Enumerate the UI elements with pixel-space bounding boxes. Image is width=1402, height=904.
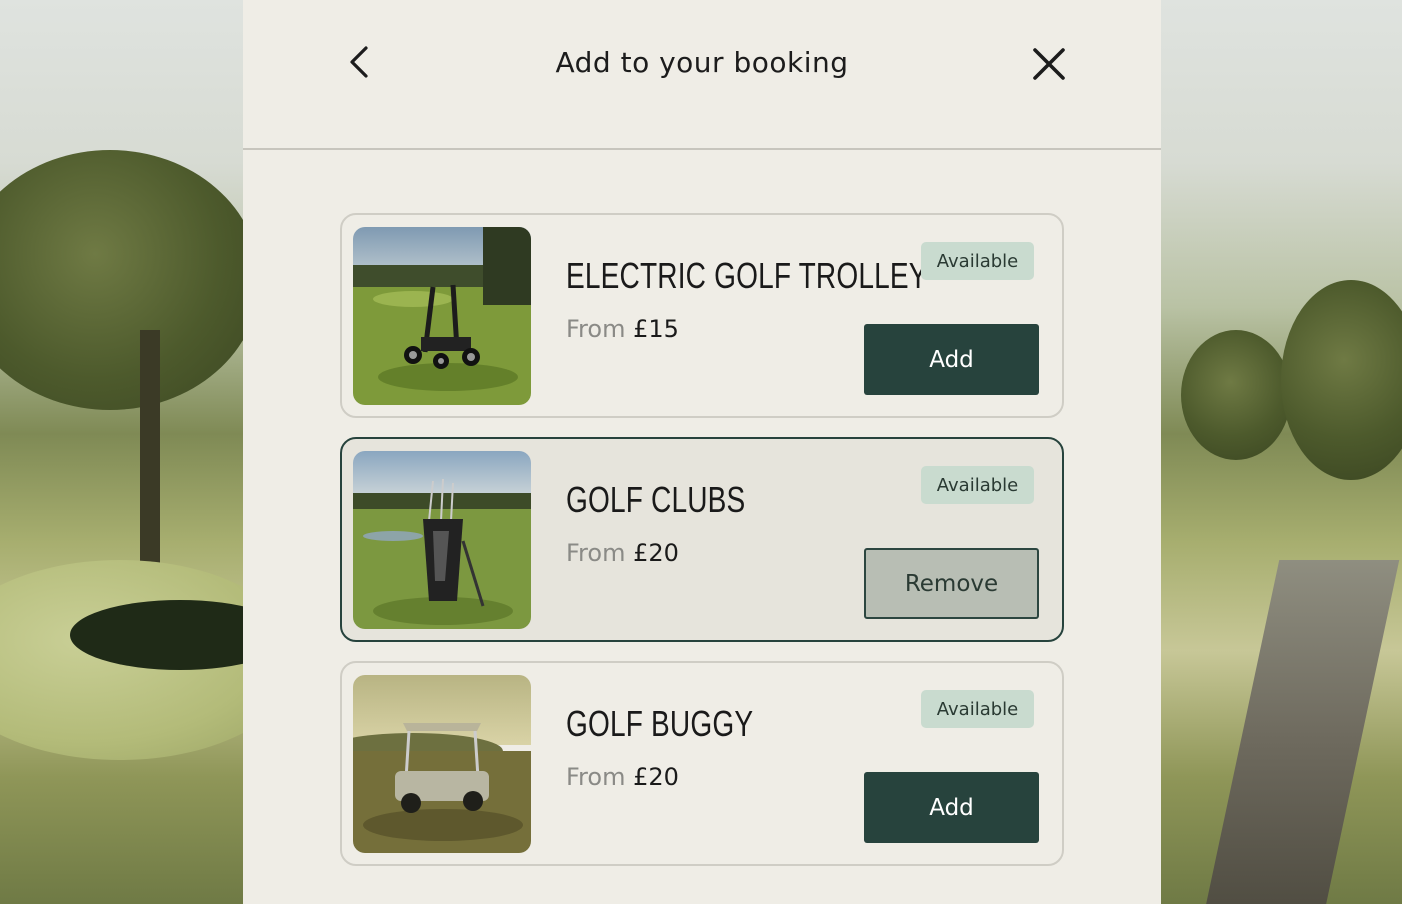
extra-name: GOLF CLUBS — [566, 479, 746, 520]
extra-name: GOLF BUGGY — [566, 703, 754, 744]
background-right-scene — [1161, 0, 1402, 904]
remove-button[interactable]: Remove — [864, 548, 1039, 619]
extra-price: From £20 — [566, 763, 679, 791]
golf-buggy-image — [353, 675, 531, 853]
extra-price: From £15 — [566, 315, 679, 343]
page-title: Add to your booking — [555, 46, 849, 79]
price-prefix: From — [566, 539, 626, 567]
electric-golf-trolley-image — [353, 227, 531, 405]
booking-panel: Add to your booking ELECTRIC GOLF TROLLE… — [243, 0, 1161, 904]
panel-header: Add to your booking — [243, 0, 1161, 150]
background-left-scene — [0, 0, 243, 904]
extra-card-electric-golf-trolley: ELECTRIC GOLF TROLLEY From £15 Available… — [340, 213, 1064, 418]
extra-card-golf-clubs: GOLF CLUBS From £20 Available Remove — [340, 437, 1064, 642]
price-prefix: From — [566, 763, 626, 791]
extra-name: ELECTRIC GOLF TROLLEY — [566, 255, 928, 296]
status-badge: Available — [921, 466, 1034, 504]
status-badge: Available — [921, 242, 1034, 280]
price-amount: £20 — [633, 763, 679, 791]
price-amount: £15 — [633, 315, 679, 343]
extra-price: From £20 — [566, 539, 679, 567]
price-amount: £20 — [633, 539, 679, 567]
close-icon — [1032, 47, 1066, 85]
add-button[interactable]: Add — [864, 772, 1039, 843]
extra-card-golf-buggy: GOLF BUGGY From £20 Available Add — [340, 661, 1064, 866]
close-button[interactable] — [1027, 44, 1071, 88]
status-badge: Available — [921, 690, 1034, 728]
price-prefix: From — [566, 315, 626, 343]
golf-clubs-image — [353, 451, 531, 629]
extras-list: ELECTRIC GOLF TROLLEY From £15 Available… — [340, 213, 1064, 885]
add-button[interactable]: Add — [864, 324, 1039, 395]
